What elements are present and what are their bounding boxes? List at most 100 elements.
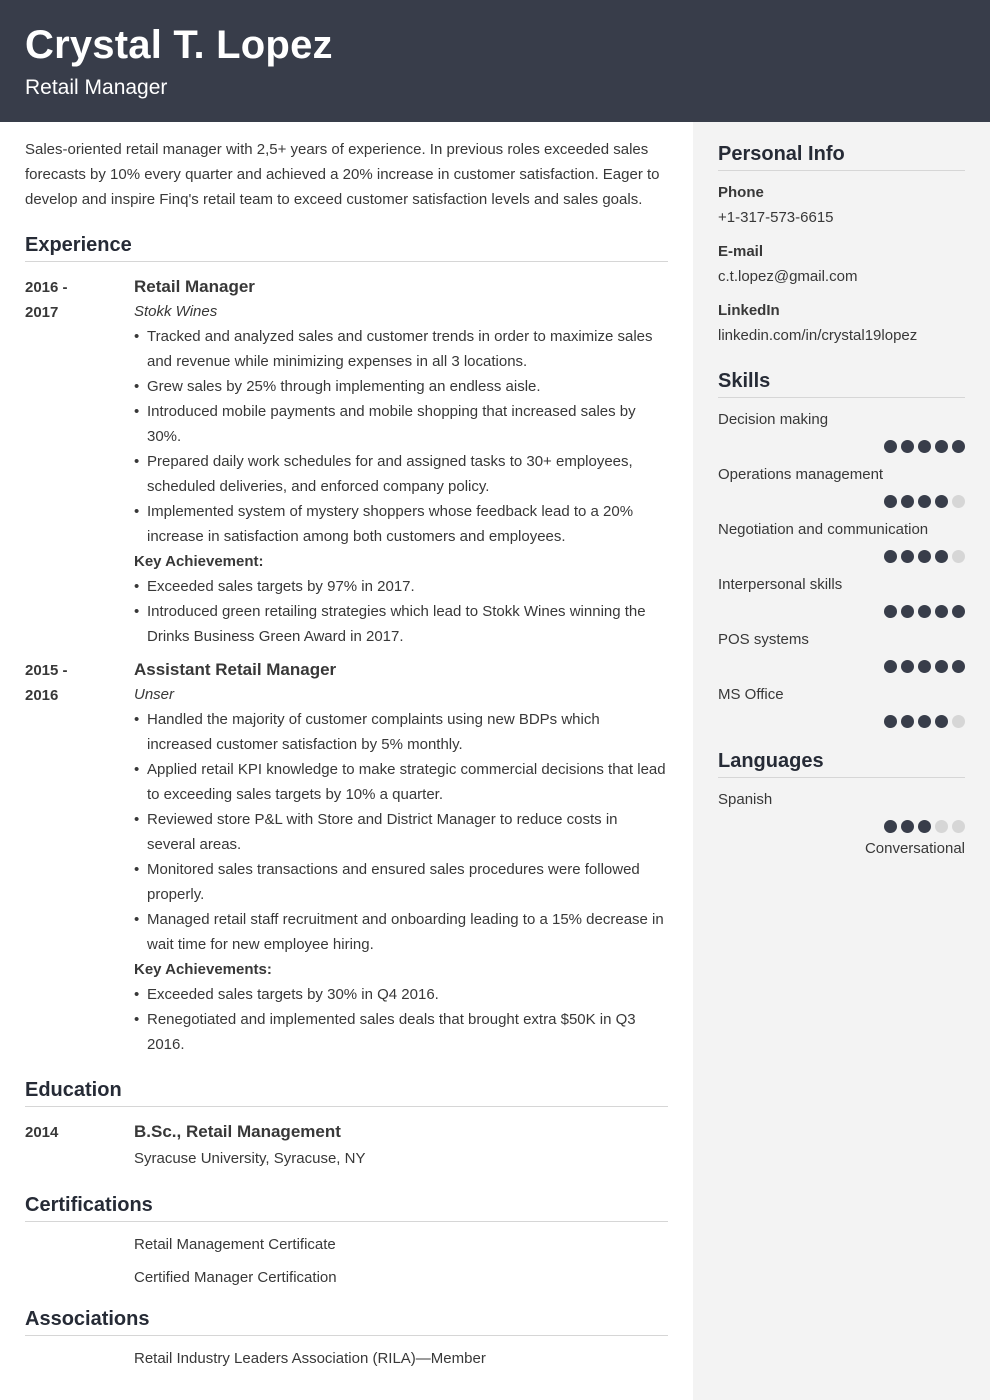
- list-item: Renegotiated and implemented sales deals…: [134, 1007, 668, 1057]
- entry-date: 2016 - 2017: [25, 275, 134, 649]
- rating-dot-filled-icon: [918, 440, 931, 453]
- skill-item: Negotiation and communication: [718, 517, 965, 563]
- rating-dot-filled-icon: [935, 605, 948, 618]
- rating-dot-empty-icon: [952, 820, 965, 833]
- list-item: Introduced green retailing strategies wh…: [134, 599, 668, 649]
- rating-dot-filled-icon: [901, 550, 914, 563]
- email-label: E-mail: [718, 243, 764, 260]
- rating-dot-filled-icon: [935, 715, 948, 728]
- list-item: Exceeded sales targets by 97% in 2017.: [134, 574, 668, 599]
- rating-dot-filled-icon: [884, 715, 897, 728]
- skill-label: Negotiation and communication: [718, 521, 929, 538]
- company-name: Unser: [134, 686, 175, 703]
- rating-dot-empty-icon: [952, 495, 965, 508]
- rating-dot-filled-icon: [918, 660, 931, 673]
- rating-dot-filled-icon: [935, 440, 948, 453]
- email-value: c.t.lopez@gmail.com: [718, 268, 858, 285]
- rating-dot-filled-icon: [918, 495, 931, 508]
- certification-list: Retail Management Certificate Certified …: [25, 1232, 668, 1290]
- job-role: Assistant Retail Manager: [134, 660, 337, 679]
- skill-rating: [718, 495, 965, 508]
- skill-item: Interpersonal skills: [718, 572, 965, 618]
- skills-section: Skills Decision making Operations managem…: [718, 368, 965, 728]
- resume-header: Crystal T. Lopez Retail Manager: [0, 0, 990, 122]
- date-end: 2017: [25, 304, 59, 321]
- list-item: Prepared daily work schedules for and as…: [134, 449, 668, 499]
- education-date: 2014: [25, 1124, 59, 1141]
- experience-section: Experience 2016 - 2017 Retail Manager St…: [25, 232, 668, 1057]
- certification-item: Retail Management Certificate: [134, 1236, 336, 1253]
- key-achievement-label: Key Achievements:: [134, 961, 272, 978]
- rating-dot-filled-icon: [901, 605, 914, 618]
- rating-dot-filled-icon: [901, 440, 914, 453]
- experience-entry: 2015 - 2016 Assistant Retail Manager Uns…: [25, 658, 668, 1057]
- section-title-certifications: Certifications: [25, 1192, 668, 1222]
- rating-dot-filled-icon: [935, 550, 948, 563]
- rating-dot-filled-icon: [884, 660, 897, 673]
- association-item: Retail Industry Leaders Association (RIL…: [134, 1350, 486, 1367]
- language-rating: [718, 820, 965, 833]
- sidebar: Personal Info Phone +1-317-573-6615 E-ma…: [693, 122, 990, 1400]
- responsibility-list: Tracked and analyzed sales and customer …: [134, 324, 668, 549]
- date-start: 2016 -: [25, 279, 68, 296]
- language-label: Spanish: [718, 791, 773, 808]
- section-title-languages: Languages: [718, 748, 965, 778]
- rating-dot-filled-icon: [901, 495, 914, 508]
- achievement-list: Exceeded sales targets by 30% in Q4 2016…: [134, 982, 668, 1057]
- section-title-education: Education: [25, 1077, 668, 1107]
- degree: B.Sc., Retail Management: [134, 1122, 341, 1141]
- date-end: 2016: [25, 687, 59, 704]
- personal-info-section: Personal Info Phone +1-317-573-6615 E-ma…: [718, 141, 965, 348]
- rating-dot-filled-icon: [901, 820, 914, 833]
- key-achievement-label: Key Achievement:: [134, 553, 264, 570]
- list-item: Handled the majority of customer complai…: [134, 707, 668, 757]
- rating-dot-filled-icon: [884, 440, 897, 453]
- phone-label: Phone: [718, 184, 764, 201]
- skill-label: Interpersonal skills: [718, 576, 843, 593]
- languages-section: Languages Spanish Conversational: [718, 748, 965, 861]
- rating-dot-filled-icon: [884, 605, 897, 618]
- skill-rating: [718, 660, 965, 673]
- section-title-experience: Experience: [25, 232, 668, 262]
- certifications-section: Certifications Retail Management Certifi…: [25, 1192, 668, 1290]
- list-item: Exceeded sales targets by 30% in Q4 2016…: [134, 982, 668, 1007]
- list-item: Monitored sales transactions and ensured…: [134, 857, 668, 907]
- rating-dot-empty-icon: [935, 820, 948, 833]
- skill-label: POS systems: [718, 631, 809, 648]
- rating-dot-filled-icon: [952, 660, 965, 673]
- date-start: 2015 -: [25, 662, 68, 679]
- entry-date: 2015 - 2016: [25, 658, 134, 1057]
- language-level-text: Conversational: [864, 840, 965, 857]
- school: Syracuse University, Syracuse, NY: [134, 1150, 366, 1167]
- candidate-name: Crystal T. Lopez: [25, 23, 333, 67]
- experience-entry: 2016 - 2017 Retail Manager Stokk Wines T…: [25, 275, 668, 649]
- list-item: Implemented system of mystery shoppers w…: [134, 499, 668, 549]
- rating-dot-filled-icon: [901, 715, 914, 728]
- section-title-skills: Skills: [718, 368, 965, 398]
- rating-dot-filled-icon: [884, 495, 897, 508]
- linkedin-label: LinkedIn: [718, 302, 780, 319]
- association-list: Retail Industry Leaders Association (RIL…: [25, 1346, 668, 1371]
- summary: Sales-oriented retail manager with 2,5+ …: [25, 141, 660, 208]
- skill-item: Operations management: [718, 462, 965, 508]
- rating-dot-filled-icon: [884, 820, 897, 833]
- skill-rating: [718, 440, 965, 453]
- list-item: Tracked and analyzed sales and customer …: [134, 324, 668, 374]
- list-item: Reviewed store P&L with Store and Distri…: [134, 807, 668, 857]
- phone-value: +1-317-573-6615: [718, 209, 834, 226]
- rating-dot-filled-icon: [918, 605, 931, 618]
- associations-section: Associations Retail Industry Leaders Ass…: [25, 1306, 668, 1371]
- candidate-title: Retail Manager: [25, 76, 168, 99]
- list-item: Introduced mobile payments and mobile sh…: [134, 399, 668, 449]
- responsibility-list: Handled the majority of customer complai…: [134, 707, 668, 957]
- rating-dot-filled-icon: [918, 550, 931, 563]
- education-section: Education 2014 B.Sc., Retail Management …: [25, 1077, 668, 1171]
- rating-dot-filled-icon: [901, 660, 914, 673]
- skill-label: MS Office: [718, 686, 784, 703]
- main-column: Sales-oriented retail manager with 2,5+ …: [25, 122, 668, 1379]
- skill-rating: [718, 715, 965, 728]
- skill-item: MS Office: [718, 682, 965, 728]
- rating-dot-empty-icon: [952, 550, 965, 563]
- rating-dot-empty-icon: [952, 715, 965, 728]
- skill-item: POS systems: [718, 627, 965, 673]
